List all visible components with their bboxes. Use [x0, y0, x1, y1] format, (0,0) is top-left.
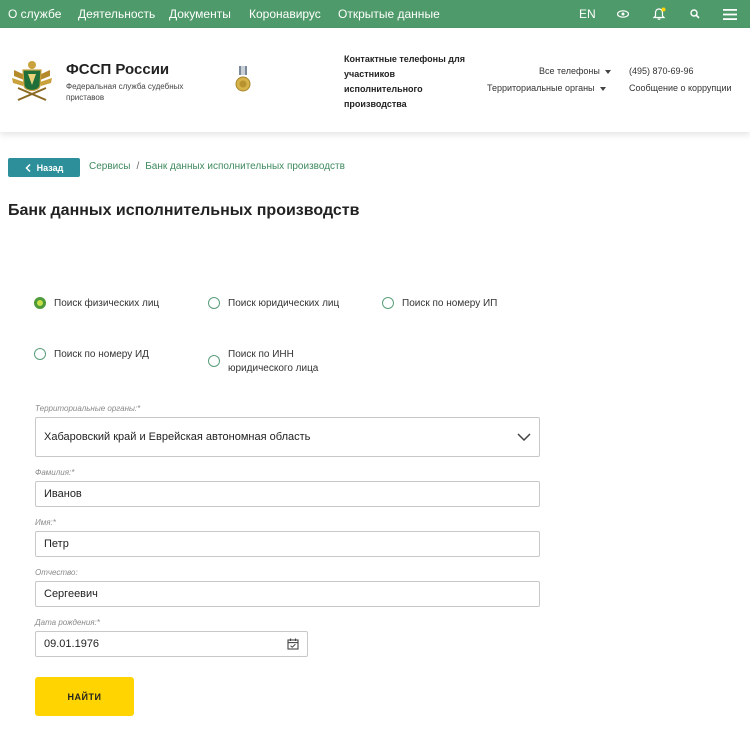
birth-date-label: Дата рождения:* — [35, 618, 100, 627]
medal-icon — [234, 66, 252, 99]
radio-circle[interactable] — [34, 348, 46, 360]
chevron-down-icon — [599, 86, 606, 91]
calendar-icon[interactable] — [287, 638, 299, 650]
radio-label: Поиск по номеру ИД — [54, 349, 149, 360]
radio-label: Поиск по номеру ИП — [402, 298, 498, 309]
first-name-input[interactable]: Петр — [35, 531, 540, 557]
radio-circle[interactable] — [208, 297, 220, 309]
radio-label: Поиск физических лиц — [54, 298, 160, 309]
corruption-report-link[interactable]: Сообщение о коррупции — [629, 83, 732, 93]
breadcrumb-item-current[interactable]: Банк данных исполнительных производств — [145, 161, 345, 172]
nav-item-coronavirus[interactable]: Коронавирус — [249, 0, 321, 28]
region-select-value: Хабаровский край и Еврейская автономная … — [44, 431, 311, 443]
all-phones-link[interactable]: Все телефоны — [539, 66, 611, 76]
radio-search-legal-entities[interactable]: Поиск юридических лиц — [208, 297, 339, 311]
patronymic-value: Сергеевич — [44, 588, 98, 600]
contacts-title[interactable]: Контактные телефоны для участников испол… — [344, 52, 474, 112]
last-name-value: Иванов — [44, 488, 82, 500]
search-submit-button[interactable]: НАЙТИ — [35, 677, 134, 716]
all-phones-label: Все телефоны — [539, 66, 600, 76]
last-name-label: Фамилия:* — [35, 468, 75, 477]
back-button-label: Назад — [36, 162, 64, 173]
nav-item-about[interactable]: О службе — [8, 0, 61, 28]
first-name-label: Имя:* — [35, 518, 56, 527]
region-select[interactable]: Хабаровский край и Еврейская автономная … — [35, 417, 540, 457]
breadcrumb: Сервисы / Банк данных исполнительных произ… — [89, 161, 345, 172]
phone-number[interactable]: (495) 870-69-96 — [629, 66, 694, 76]
radio-search-individuals[interactable]: Поиск физических лиц — [34, 297, 159, 311]
back-button[interactable]: Назад — [8, 158, 80, 177]
bell-icon[interactable] — [650, 0, 668, 28]
chevron-left-icon — [25, 163, 31, 172]
radio-search-id-number[interactable]: Поиск по номеру ИД — [34, 348, 149, 362]
radio-circle[interactable] — [382, 297, 394, 309]
top-navigation: О службе Деятельность Документы Коронави… — [0, 0, 750, 28]
radio-search-ip-number[interactable]: Поиск по номеру ИП — [382, 297, 497, 311]
brand-title[interactable]: ФССП России — [66, 61, 169, 78]
search-icon[interactable] — [686, 0, 704, 28]
breadcrumb-item-services[interactable]: Сервисы — [89, 161, 130, 172]
last-name-input[interactable]: Иванов — [35, 481, 540, 507]
radio-circle-selected[interactable] — [34, 297, 46, 309]
radio-label: Поиск юридических лиц — [228, 298, 340, 309]
birth-date-value: 09.01.1976 — [44, 638, 100, 650]
region-label: Территориальные органы:* — [35, 404, 141, 413]
radio-label: Поиск по ИНН юридического лица — [228, 349, 319, 374]
emblem-logo-icon[interactable] — [10, 56, 54, 109]
nav-item-activity[interactable]: Деятельность — [78, 0, 155, 28]
menu-icon[interactable] — [720, 0, 740, 28]
chevron-down-icon — [517, 433, 531, 441]
nav-item-open-data[interactable]: Открытые данные — [338, 0, 440, 28]
territorial-link[interactable]: Территориальные органы — [487, 83, 606, 93]
territorial-label: Территориальные органы — [487, 83, 595, 93]
patronymic-label: Отчество: — [35, 568, 78, 577]
breadcrumb-separator: / — [136, 161, 140, 172]
nav-item-documents[interactable]: Документы — [169, 0, 231, 28]
lang-switch[interactable]: EN — [579, 0, 596, 28]
patronymic-input[interactable]: Сергеевич — [35, 581, 540, 607]
page-title: Банк данных исполнительных производств — [8, 202, 360, 219]
radio-search-inn[interactable]: Поиск по ИНН юридического лица — [208, 348, 338, 376]
chevron-down-icon — [604, 69, 611, 74]
brand-subtitle: Федеральная служба судебных приставов — [66, 82, 184, 102]
first-name-value: Петр — [44, 538, 69, 550]
eye-icon[interactable] — [614, 0, 632, 28]
site-header: ФССП России Федеральная служба судебных … — [0, 28, 750, 132]
birth-date-input[interactable]: 09.01.1976 — [35, 631, 308, 657]
radio-circle[interactable] — [208, 355, 220, 367]
